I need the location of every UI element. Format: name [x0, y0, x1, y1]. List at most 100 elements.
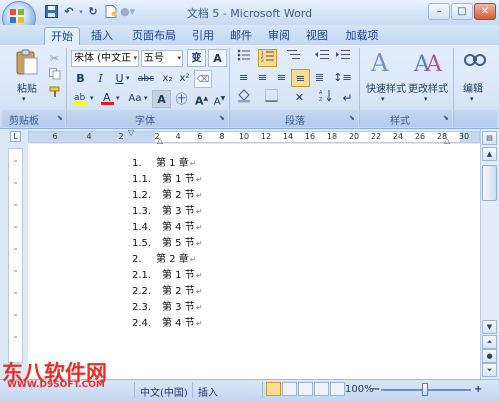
vertical-ruler[interactable]: [8, 148, 23, 363]
chinese-layout-icon[interactable]: ✕: [290, 89, 309, 107]
language-indicator[interactable]: 中文(中国): [140, 384, 188, 399]
shading-icon[interactable]: [234, 89, 253, 107]
minimize-button[interactable]: –: [428, 3, 450, 20]
chevron-down-icon[interactable]: ▾: [90, 94, 94, 102]
clear-formatting-icon[interactable]: ⌫: [194, 70, 212, 88]
decrease-indent-icon[interactable]: [312, 49, 331, 67]
list-item[interactable]: 1.5. 第 5 节↵: [132, 236, 202, 252]
tab-home[interactable]: 开始: [44, 27, 80, 45]
insert-mode-indicator[interactable]: 插入: [198, 384, 218, 399]
copy-icon[interactable]: [45, 68, 64, 86]
ruler-toggle-button[interactable]: ▤: [482, 131, 497, 145]
draft-view-button[interactable]: [330, 382, 345, 396]
list-item[interactable]: 1.2. 第 2 节↵: [132, 188, 202, 204]
quick-styles-label[interactable]: 快速样式: [366, 80, 406, 95]
char-shading-button[interactable]: A: [152, 90, 171, 108]
bullets-icon[interactable]: [234, 49, 253, 67]
change-styles-icon[interactable]: AA: [413, 48, 443, 77]
shrink-font-icon[interactable]: A▼: [210, 90, 229, 108]
tab-page-layout[interactable]: 页面布局: [126, 27, 182, 45]
chevron-down-icon[interactable]: ▾: [381, 95, 385, 103]
tab-references[interactable]: 引用: [188, 27, 218, 45]
font-size-combo[interactable]: 五号 ▾: [141, 50, 183, 67]
strikethrough-button[interactable]: abc: [135, 70, 157, 88]
borders-icon[interactable]: [262, 89, 281, 107]
grow-font-icon[interactable]: A▲: [192, 90, 211, 108]
zoom-in-button[interactable]: +: [474, 384, 482, 395]
show-marks-icon[interactable]: ↵: [338, 89, 357, 107]
first-line-indent-marker[interactable]: ▽: [128, 128, 134, 137]
list-item[interactable]: 1.1. 第 1 节↵: [132, 172, 202, 188]
font-name-combo[interactable]: 宋体 (中文正 ▾: [71, 50, 139, 67]
maximize-button[interactable]: □: [451, 3, 473, 20]
chevron-down-icon[interactable]: ▾: [424, 95, 428, 103]
group-divider: [359, 48, 360, 127]
zoom-level[interactable]: 100%: [345, 384, 374, 395]
chevron-down-icon[interactable]: ▾: [116, 94, 120, 102]
list-item[interactable]: 2.2. 第 2 节↵: [132, 284, 202, 300]
multilevel-list-icon[interactable]: [284, 49, 303, 67]
full-screen-reading-view-button[interactable]: [282, 382, 297, 396]
italic-button[interactable]: I: [91, 70, 110, 88]
scroll-down-button[interactable]: ▼: [482, 320, 497, 334]
scroll-thumb[interactable]: [482, 165, 497, 201]
justify-icon[interactable]: ≡: [291, 69, 310, 87]
next-page-button[interactable]: ⏷: [482, 363, 497, 377]
text-highlight-icon[interactable]: ab: [71, 90, 90, 108]
change-case-button[interactable]: Aa: [124, 90, 146, 108]
select-browse-object-button[interactable]: ●: [482, 349, 497, 363]
tab-selector-button[interactable]: L: [10, 131, 21, 142]
tab-insert[interactable]: 插入: [86, 27, 118, 45]
editing-label[interactable]: 编辑: [458, 80, 488, 95]
zoom-slider-thumb[interactable]: [422, 383, 428, 396]
web-layout-view-button[interactable]: [298, 382, 313, 396]
superscript-button[interactable]: x²: [175, 70, 194, 88]
chevron-down-icon[interactable]: ▾: [144, 94, 148, 102]
format-painter-icon[interactable]: [45, 86, 64, 104]
tab-add-ins[interactable]: 加载项: [340, 27, 384, 45]
previous-page-button[interactable]: ⏶: [482, 335, 497, 349]
enclose-characters-icon[interactable]: ㊉: [172, 90, 191, 108]
paste-dropdown-icon[interactable]: ▾: [22, 95, 26, 103]
distributed-icon[interactable]: ≣: [310, 69, 329, 87]
list-item[interactable]: 2.3. 第 3 节↵: [132, 300, 202, 316]
chevron-down-icon[interactable]: ▾: [470, 95, 474, 103]
bold-button[interactable]: B: [71, 70, 90, 88]
tab-view[interactable]: 视图: [302, 27, 332, 45]
list-item[interactable]: 2.4. 第 4 节↵: [132, 316, 202, 332]
numbering-icon[interactable]: 123: [258, 49, 277, 67]
phonetic-guide-icon[interactable]: 变: [187, 49, 206, 67]
char-border-icon[interactable]: A: [208, 49, 227, 67]
document-page[interactable]: [28, 144, 480, 379]
list-item[interactable]: 1.4. 第 4 节↵: [132, 220, 202, 236]
change-styles-label[interactable]: 更改样式: [408, 80, 448, 95]
font-launcher-icon[interactable]: ⬊: [219, 114, 227, 122]
find-icon[interactable]: [460, 49, 490, 77]
list-item[interactable]: 1. 第 1 章↵: [132, 156, 196, 172]
line-spacing-icon[interactable]: ↕≡: [333, 69, 352, 87]
cut-icon[interactable]: ✂: [45, 50, 64, 68]
scroll-up-button[interactable]: ▲: [482, 147, 497, 161]
font-color-icon[interactable]: A: [98, 90, 117, 108]
print-layout-view-button[interactable]: [266, 382, 281, 396]
styles-launcher-icon[interactable]: ⬊: [443, 114, 451, 122]
close-button[interactable]: ✕: [474, 3, 496, 20]
tab-review[interactable]: 审阅: [264, 27, 294, 45]
align-center-icon[interactable]: ≡: [253, 69, 272, 87]
increase-indent-icon[interactable]: [333, 49, 352, 67]
quick-styles-icon[interactable]: A: [368, 48, 398, 77]
list-item[interactable]: 1.3. 第 3 节↵: [132, 204, 202, 220]
paragraph-launcher-icon[interactable]: ⬊: [349, 114, 357, 122]
clipboard-launcher-icon[interactable]: ⬊: [57, 114, 65, 122]
sort-icon[interactable]: AZ: [316, 89, 335, 107]
align-right-icon[interactable]: ≡: [272, 69, 291, 87]
tab-mailings[interactable]: 邮件: [226, 27, 256, 45]
align-left-icon[interactable]: ≡: [234, 69, 253, 87]
paste-icon[interactable]: [14, 48, 40, 76]
underline-dropdown-icon[interactable]: ▾: [126, 74, 130, 82]
list-item[interactable]: 2.1. 第 1 节↵: [132, 268, 202, 284]
paste-label[interactable]: 粘贴: [12, 80, 42, 95]
outline-view-button[interactable]: [314, 382, 329, 396]
list-item[interactable]: 2. 第 2 章↵: [132, 252, 196, 268]
zoom-out-button[interactable]: −: [372, 384, 380, 395]
